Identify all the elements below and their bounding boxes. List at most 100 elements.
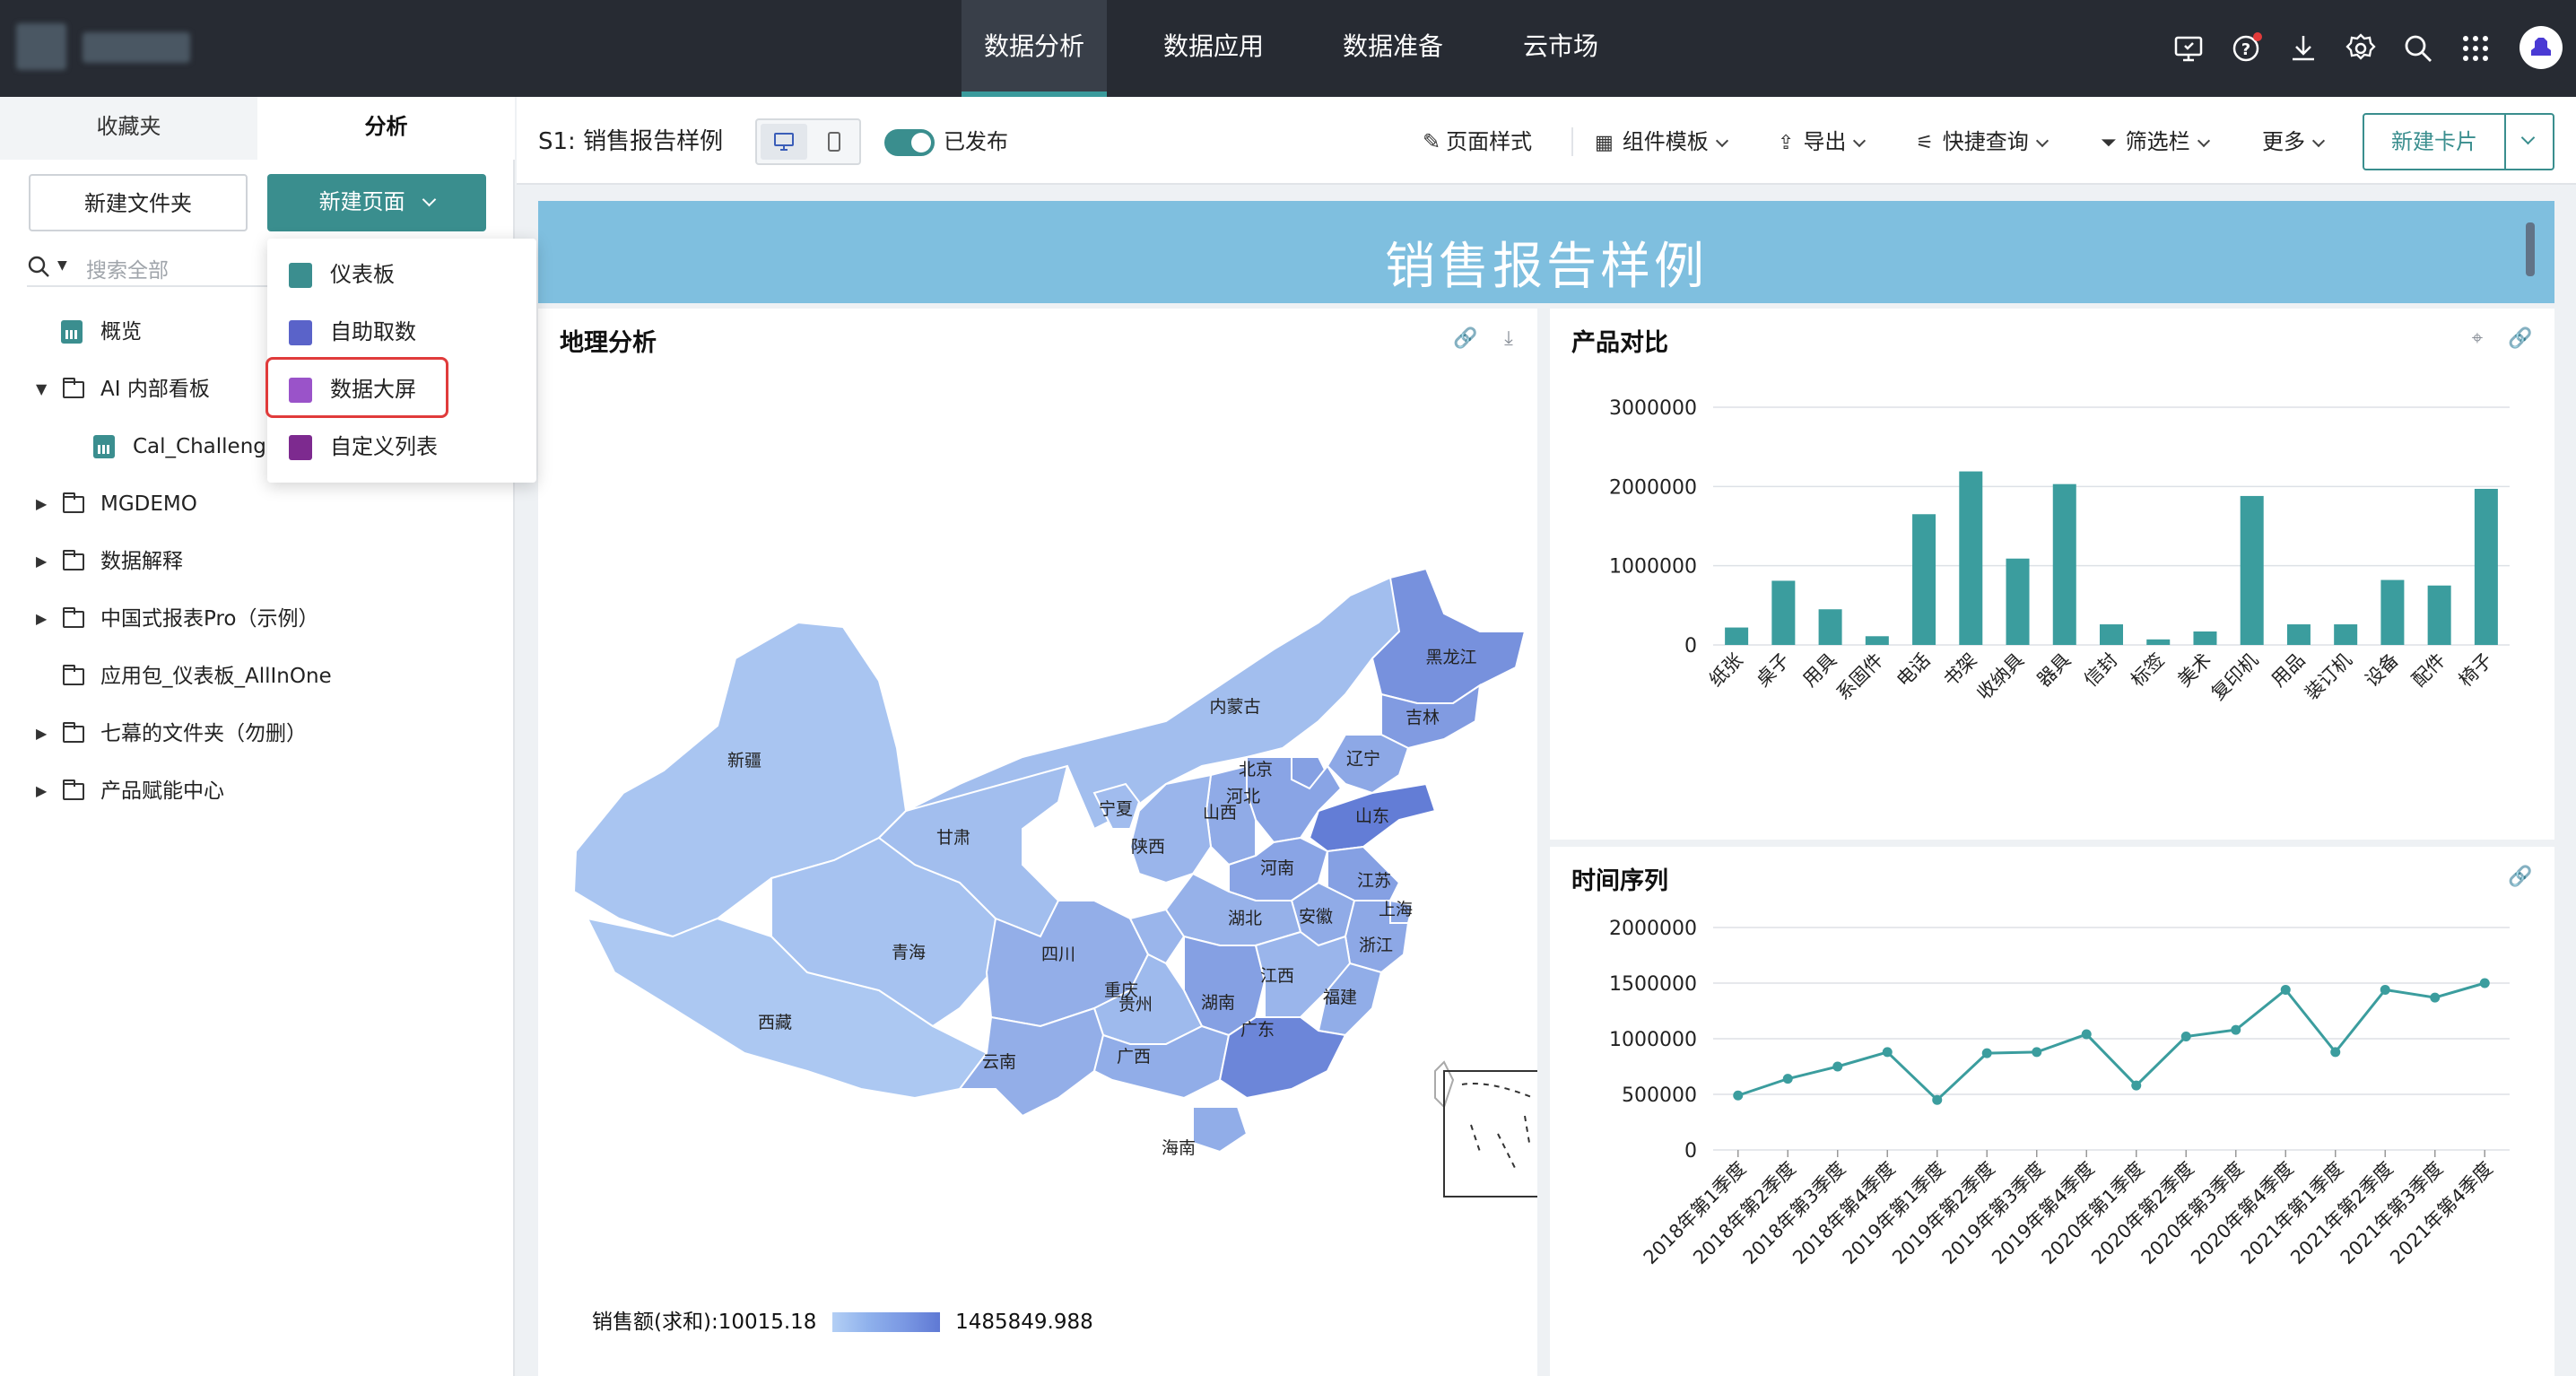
- settings-icon[interactable]: [2343, 30, 2379, 66]
- tree-item-app-package[interactable]: 应用包_仪表板_AllInOne: [36, 658, 448, 694]
- download-icon[interactable]: [2285, 30, 2321, 66]
- locate-icon[interactable]: ⌖: [2459, 323, 2495, 355]
- caret-right-icon[interactable]: ▶: [36, 601, 47, 637]
- tab-favorites[interactable]: 收藏夹: [0, 97, 257, 160]
- tree-item-qimu-folder[interactable]: ▶ 七幕的文件夹（勿删）: [36, 716, 448, 752]
- link-icon[interactable]: 🔗: [2502, 861, 2538, 893]
- data-point: [2081, 1029, 2092, 1040]
- province-label: 新疆: [727, 751, 761, 771]
- new-card-dropdown[interactable]: [2506, 115, 2553, 169]
- tree-item-china-report[interactable]: ▶ 中国式报表Pro（示例）: [36, 601, 448, 637]
- export-label: 导出: [1803, 129, 1847, 154]
- mobile-view-button[interactable]: [811, 124, 857, 160]
- nav-data-analysis[interactable]: 数据分析: [962, 0, 1107, 97]
- quick-query-label: 快捷查询: [1942, 129, 2029, 154]
- tree-item-ai-board[interactable]: ▼ AI 内部看板: [36, 371, 269, 407]
- data-point: [2231, 1024, 2241, 1035]
- china-map[interactable]: 新疆西藏青海甘肃内蒙古黑龙江吉林辽宁北京河北山西宁夏陕西山东河南江苏安徽 上海四川…: [538, 362, 1537, 1349]
- banner-scrollbar[interactable]: [2526, 222, 2535, 276]
- tab-analysis[interactable]: 分析: [257, 97, 515, 160]
- province-region: [1192, 1106, 1249, 1154]
- x-tick-label: 标签: [2127, 649, 2169, 692]
- search-input[interactable]: 搜索全部: [86, 253, 169, 283]
- y-tick-label: 1000000: [1609, 556, 1697, 579]
- custom-list-icon: [289, 435, 312, 460]
- more-button[interactable]: 更多: [2262, 124, 2326, 160]
- tree-item-overview[interactable]: 概览: [61, 314, 276, 350]
- caret-right-icon[interactable]: ▶: [36, 773, 47, 809]
- published-label: 已发布: [944, 129, 1008, 154]
- caret-down-icon[interactable]: ▼: [36, 371, 47, 407]
- tree-item-mgdemo[interactable]: ▶ MGDEMO: [36, 486, 448, 522]
- tree-item-label: 七幕的文件夹（勿删）: [100, 722, 307, 745]
- filter-bar-label: 筛选栏: [2125, 129, 2190, 154]
- nav-cloud-market[interactable]: 云市场: [1489, 0, 1632, 97]
- filter-bar-button[interactable]: ⏷ 筛选栏: [2101, 124, 2210, 160]
- tree-item-data-explain[interactable]: ▶ 数据解释: [36, 544, 448, 579]
- x-tick-label: 系固件: [1832, 649, 1888, 705]
- menu-item-label: 自助取数: [330, 319, 416, 344]
- export-button[interactable]: ⇪ 导出: [1778, 124, 1867, 160]
- province-label: 云南: [982, 1052, 1016, 1072]
- quick-query-button[interactable]: ⚟ 快捷查询: [1916, 124, 2049, 160]
- data-point: [2479, 978, 2490, 988]
- x-tick-label: 设备: [2361, 649, 2403, 692]
- time-series-card[interactable]: 时间序列 🔗 0 500000 1000000 1500000 2000000 2018年…: [1550, 847, 2554, 1376]
- monitor-icon[interactable]: [2171, 30, 2206, 66]
- link-icon[interactable]: 🔗: [2502, 323, 2538, 355]
- tree-item-label: MGDEMO: [100, 492, 197, 516]
- x-tick-label: 椅子: [2455, 649, 2497, 692]
- new-folder-button[interactable]: 新建文件夹: [29, 174, 248, 231]
- geo-analysis-card[interactable]: 地理分析 🔗 ⤓ 新疆 西藏 青海 甘肃 内蒙古 黑龙江 吉林 辽宁 北京 河北 山西 宁夏 陕西 山东河…: [538, 309, 1537, 1376]
- folder-icon: [63, 550, 84, 570]
- data-point: [2280, 984, 2291, 995]
- search-bar[interactable]: ▼ 搜索全部: [27, 248, 267, 287]
- page-style-button[interactable]: ✎ 页面样式: [1423, 124, 1532, 160]
- product-comparison-card[interactable]: 产品对比 ⌖ 🔗 0 1000000 2000000 3000000 纸张 桌子 用具 系固件…: [1550, 309, 2554, 840]
- nav-data-application[interactable]: 数据应用: [1141, 0, 1286, 97]
- geo-card-title: 地理分析: [560, 329, 657, 357]
- download-icon[interactable]: ⤓: [1491, 323, 1527, 355]
- menu-item-label: 仪表板: [330, 262, 395, 287]
- apps-grid-icon[interactable]: [2458, 30, 2493, 66]
- bar: [2193, 631, 2217, 645]
- folder-icon: [63, 665, 84, 685]
- x-tick-label: 收纳具: [1973, 649, 2029, 705]
- new-card-button[interactable]: 新建卡片: [2364, 115, 2506, 169]
- mobile-icon: [828, 132, 840, 152]
- tree-item-label: 产品赋能中心: [100, 779, 224, 803]
- desktop-view-button[interactable]: [761, 124, 807, 160]
- caret-right-icon[interactable]: ▶: [36, 544, 47, 579]
- province-label: 内蒙古: [1209, 697, 1260, 717]
- avatar[interactable]: [2519, 25, 2563, 70]
- tree-item-cal-challenge[interactable]: Cal_Challeng: [93, 429, 269, 465]
- component-template-button[interactable]: ▦ 组件模板: [1595, 124, 1728, 160]
- new-page-button[interactable]: 新建页面: [267, 174, 486, 231]
- nav-data-prep[interactable]: 数据准备: [1320, 0, 1466, 97]
- dashboard-icon: [289, 263, 312, 288]
- y-tick-label: 1000000: [1609, 1029, 1697, 1051]
- help-icon[interactable]: ?: [2228, 30, 2264, 66]
- menu-item-self-fetch[interactable]: 自助取数: [289, 310, 416, 353]
- data-point: [2380, 984, 2390, 995]
- search-icon[interactable]: [2400, 30, 2436, 66]
- caret-right-icon[interactable]: ▶: [36, 716, 47, 752]
- sliders-icon: ⚟: [1916, 132, 1934, 154]
- province-label: 贵州: [1118, 995, 1153, 1015]
- bar: [1865, 636, 1889, 645]
- folder-icon: [63, 607, 84, 628]
- app-logo[interactable]: [16, 23, 66, 70]
- chevron-down-icon: [2311, 134, 2326, 148]
- menu-item-dashboard[interactable]: 仪表板: [289, 253, 395, 296]
- chevron-down-icon: [2197, 134, 2210, 148]
- main-area: S1: 销售报告样例 已发布 ✎ 页面样式 ▦ 组件模板 ⇪ 导出 ⚟ 快捷查询 ⏷ 筛选…: [517, 97, 2576, 1376]
- data-point: [2330, 1047, 2341, 1058]
- data-point: [1782, 1074, 1793, 1084]
- publish-toggle[interactable]: [884, 129, 935, 156]
- tree-item-product-center[interactable]: ▶ 产品赋能中心: [36, 773, 448, 809]
- province-label: 四川: [1041, 945, 1075, 964]
- brush-icon: ✎: [1423, 129, 1441, 154]
- link-icon[interactable]: 🔗: [1448, 323, 1484, 355]
- caret-right-icon[interactable]: ▶: [36, 486, 47, 522]
- menu-item-custom-list[interactable]: 自定义列表: [289, 425, 438, 468]
